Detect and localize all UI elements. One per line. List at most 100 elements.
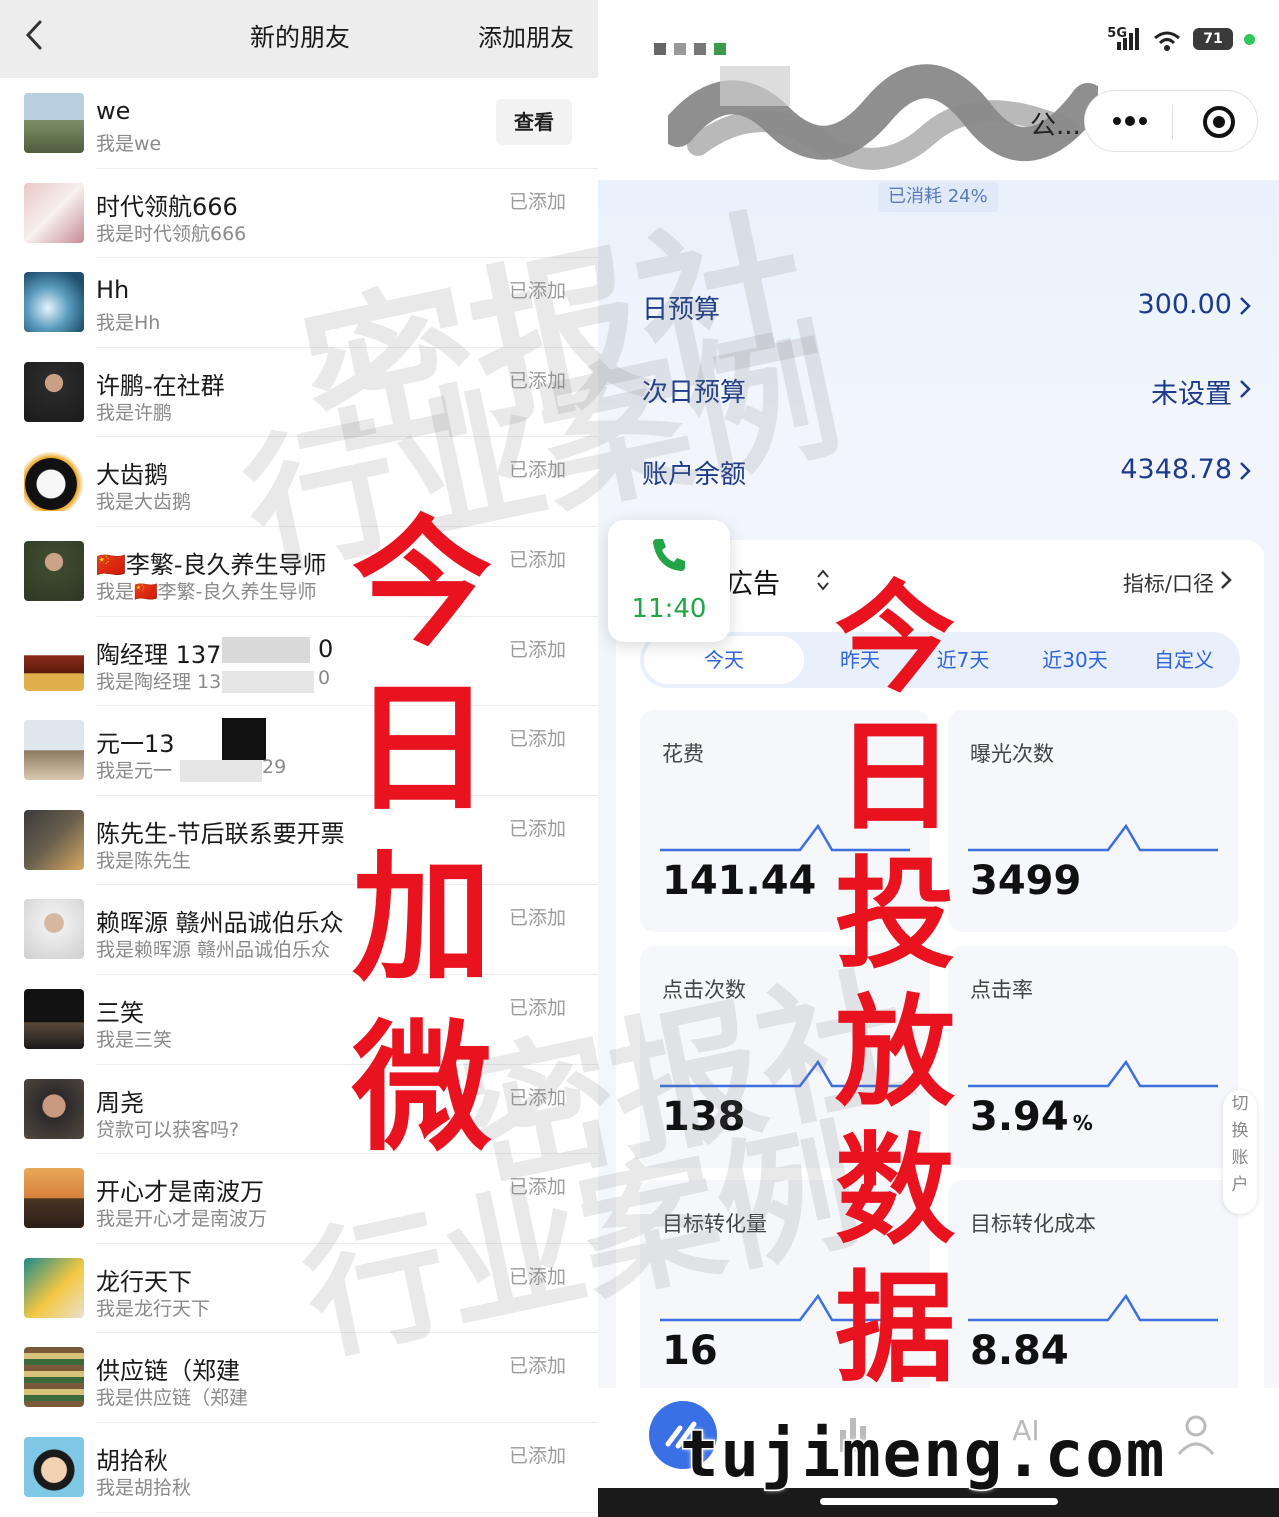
- friend-name: 陈先生-节后联系要开票: [96, 819, 345, 848]
- friend-row[interactable]: 三笑 我是三笑 已添加: [0, 975, 600, 1065]
- wifi-icon: [1154, 31, 1180, 51]
- avatar: [24, 451, 84, 512]
- call-floating-window[interactable]: 11:40: [608, 520, 730, 642]
- view-button[interactable]: 查看: [496, 99, 572, 145]
- friend-message: 我是大齿鹅: [96, 491, 192, 514]
- daily-budget-row[interactable]: 日预算 300.00: [616, 275, 1264, 335]
- friend-row[interactable]: we 我是we 查看: [0, 79, 600, 169]
- avatar: [24, 630, 84, 691]
- close-target-icon[interactable]: [1199, 103, 1239, 141]
- avatar: [24, 1078, 84, 1139]
- friend-message: 我是赖晖源 赣州品诚伯乐众: [96, 939, 331, 962]
- friend-name: 供应链（郑建: [96, 1357, 240, 1386]
- added-status: 已添加: [508, 190, 566, 213]
- friend-row[interactable]: 周尧 贷款可以获客吗? 已添加: [0, 1065, 600, 1155]
- battery-icon: 71: [1193, 28, 1233, 50]
- added-status: 已添加: [508, 1444, 566, 1467]
- home-indicator[interactable]: [820, 1498, 1058, 1505]
- friend-row[interactable]: 胡拾秋 我是胡拾秋 已添加: [0, 1423, 600, 1513]
- friend-row[interactable]: 供应链（郑建 我是供应链（郑建 已添加: [0, 1333, 600, 1423]
- metric-label: 目标转化成本: [970, 1212, 1096, 1236]
- brand-watermark: tujimeng.com: [678, 1417, 1167, 1494]
- friend-row[interactable]: 陈先生-节后联系要开票 我是陈先生 已添加: [0, 796, 600, 886]
- chevron-right-icon: [1221, 571, 1232, 589]
- friend-list: we 我是we 查看 时代领航666 我是时代领航666 已添加 Hh 我是Hh…: [0, 79, 600, 1513]
- tab-7-days[interactable]: 近7天: [918, 632, 1008, 688]
- call-duration: 11:40: [631, 594, 707, 624]
- add-friend-link[interactable]: 添加朋友: [478, 18, 574, 53]
- metric-value: 16: [662, 1328, 718, 1374]
- row-label: 次日预算: [642, 378, 747, 408]
- profile-tab-icon[interactable]: [1161, 1400, 1231, 1470]
- avatar: [24, 272, 84, 333]
- friend-message: 我是元一: [96, 760, 173, 783]
- friend-message: 我是陈先生: [96, 849, 192, 872]
- added-status: 已添加: [508, 1176, 566, 1199]
- metric-label: 点击次数: [662, 978, 746, 1002]
- switch-account-button[interactable]: 切 换 账 户: [1223, 1090, 1257, 1214]
- friend-row[interactable]: 🇨🇳李繁-良久养生导师 我是🇨🇳李繁-良久养生导师 已添加: [0, 527, 600, 617]
- ad-data-section: 広告 指标/口径 今天 昨天 近7天 近30天 自定义 花费 141.44 曝光…: [616, 540, 1264, 1410]
- switch-char: 户: [1231, 1175, 1249, 1195]
- more-icon[interactable]: [1105, 103, 1155, 139]
- friend-row[interactable]: 赖晖源 赣州品诚伯乐众 我是赖晖源 赣州品诚伯乐众 已添加: [0, 885, 600, 975]
- metric-card-conversions[interactable]: 目标转化量 16: [640, 1180, 930, 1402]
- tab-30-days[interactable]: 近30天: [1020, 632, 1130, 688]
- friend-name: 许鹏-在社群: [96, 371, 225, 400]
- metric-number: 3.94: [970, 1094, 1069, 1140]
- section-title: 広告: [726, 569, 780, 600]
- metric-card-clicks[interactable]: 点击次数 138: [640, 946, 930, 1168]
- metric-label: 花费: [662, 742, 704, 766]
- metric-value: 141.44: [662, 858, 817, 904]
- friend-row[interactable]: 大齿鹅 我是大齿鹅 已添加: [0, 437, 600, 527]
- friend-message: 我是Hh: [96, 312, 161, 335]
- friend-name: 🇨🇳李繁-良久养生导师: [96, 550, 327, 579]
- metric-card-spend[interactable]: 花费 141.44: [640, 710, 930, 932]
- ad-dashboard-panel: 5G 71 公... 已消耗 24% 日预算 300.00 次日预算 未设置 账…: [598, 0, 1279, 1517]
- metric-value: 3.94%: [970, 1094, 1093, 1140]
- added-status: 已添加: [508, 638, 566, 661]
- account-balance-row[interactable]: 账户余额 4348.78: [616, 440, 1264, 500]
- friend-row[interactable]: 时代领航666 我是时代领航666 已添加: [0, 169, 600, 259]
- sort-toggle-icon[interactable]: [816, 568, 830, 592]
- metric-card-impressions[interactable]: 曝光次数 3499: [948, 710, 1238, 932]
- metric-caliber-link[interactable]: 指标/口径: [1123, 568, 1214, 598]
- friend-message: 我是三笑: [96, 1028, 173, 1051]
- tab-yesterday[interactable]: 昨天: [820, 632, 900, 688]
- tab-today[interactable]: 今天: [644, 636, 804, 684]
- friend-name: 赖晖源 赣州品诚伯乐众: [96, 909, 344, 938]
- metric-card-conversion-cost[interactable]: 目标转化成本 8.84: [948, 1180, 1238, 1402]
- row-label: 日预算: [642, 295, 721, 325]
- account-name-truncated: 公...: [1030, 111, 1081, 141]
- avatar: [24, 809, 84, 870]
- avatar: [24, 540, 84, 601]
- avatar: [24, 899, 84, 960]
- status-dots-icon: [654, 40, 734, 59]
- avatar: [24, 361, 84, 422]
- row-label: 账户余额: [642, 460, 747, 490]
- friend-row[interactable]: 陶经理 137 我是陶经理 13 0 0 已添加: [0, 617, 600, 707]
- friend-row[interactable]: Hh 我是Hh 已添加: [0, 258, 600, 348]
- trend-line: [660, 1059, 910, 1088]
- chevron-right-icon: [1240, 462, 1251, 480]
- friend-row[interactable]: 开心才是南波万 我是开心才是南波万 已添加: [0, 1154, 600, 1244]
- mini-program-capsule: [1084, 90, 1258, 152]
- nav-bar: 新的朋友 添加朋友: [0, 0, 600, 78]
- tab-custom[interactable]: 自定义: [1134, 632, 1234, 688]
- friend-row[interactable]: 元一13 我是元一 29 已添加: [0, 706, 600, 796]
- row-value: 300.00: [1137, 289, 1232, 320]
- budget-card: 日预算 300.00 次日预算 未设置 账户余额 4348.78: [616, 250, 1264, 520]
- metric-card-ctr[interactable]: 点击率 3.94%: [948, 946, 1238, 1168]
- friend-message: 我是🇨🇳李繁-良久养生导师: [96, 580, 317, 603]
- next-day-budget-row[interactable]: 次日预算 未设置: [616, 358, 1264, 418]
- metric-unit: %: [1072, 1111, 1093, 1135]
- avatar: [24, 1257, 84, 1318]
- friend-row[interactable]: 许鹏-在社群 我是许鹏 已添加: [0, 348, 600, 438]
- friend-name: 时代领航666: [96, 192, 238, 221]
- friend-name: 周尧: [96, 1088, 144, 1117]
- avatar: [24, 1168, 84, 1229]
- metric-label: 点击率: [970, 978, 1033, 1002]
- friend-row[interactable]: 龙行天下 我是龙行天下 已添加: [0, 1244, 600, 1334]
- added-status: 已添加: [508, 1355, 566, 1378]
- friend-name: 胡拾秋: [96, 1446, 168, 1475]
